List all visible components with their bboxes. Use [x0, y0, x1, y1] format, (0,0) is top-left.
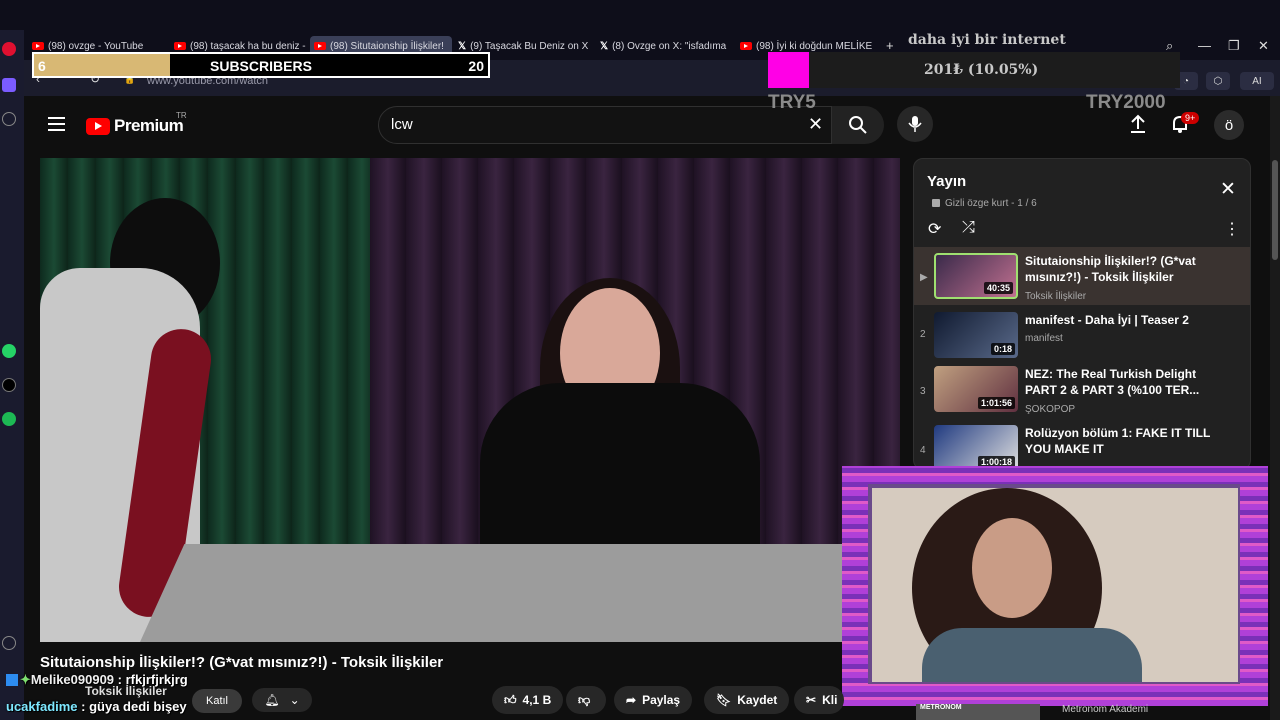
spotify-icon[interactable] [2, 412, 16, 426]
subscriber-goal: 20 [468, 58, 484, 74]
avatar[interactable]: ö [1214, 110, 1244, 140]
video-player[interactable] [40, 158, 900, 642]
clear-search-icon[interactable]: ✕ [808, 114, 823, 135]
bookmark-icon: 🔖︎ [716, 693, 732, 707]
shuffle-icon[interactable]: ⤮ [962, 219, 975, 237]
subscriber-goal-bar: 6 SUBSCRIBERS 20 [32, 52, 490, 78]
playlist-item-title: Situtaionship İlişkiler!? (G*vat mısınız… [1025, 254, 1196, 284]
donation-goal-value: 201₺ (10.05%) [924, 62, 1039, 78]
youtube-logo[interactable]: Premium [86, 116, 184, 136]
x-app-icon[interactable] [2, 378, 16, 392]
playlist-item-title: NEZ: The Real Turkish Delight PART 2 & P… [1025, 367, 1200, 397]
recommended-channel[interactable]: Metronom Akademi [1062, 704, 1148, 715]
search-button[interactable] [832, 106, 884, 144]
chat-username: ucakfadime [6, 699, 78, 714]
scrollbar-thumb[interactable] [1272, 160, 1278, 260]
logo-region: TR [176, 111, 187, 120]
like-button[interactable]: 👍︎ 4,1 B [492, 686, 564, 714]
close-window-button[interactable]: ✕ [1258, 38, 1269, 54]
youtube-icon [314, 42, 326, 50]
close-playlist-button[interactable]: ✕ [1220, 180, 1236, 199]
search-icon [849, 116, 867, 134]
bell-icon: 🔔︎ [264, 693, 280, 707]
more-options-icon[interactable]: ⋮ [1224, 219, 1240, 239]
maximize-button[interactable]: ❐ [1228, 38, 1240, 54]
webcam-person-face [972, 518, 1052, 618]
chat-badge-icon [6, 674, 18, 686]
donation-goal-fill [768, 52, 810, 88]
donation-goal-max: TRY2000 [1086, 92, 1166, 113]
screen: (98) ovzge - YouTube (98) taşacak ha bu … [0, 0, 1280, 720]
webcam-person-body [922, 628, 1142, 682]
video-frame-table [140, 544, 880, 642]
join-button[interactable]: Katıl [192, 689, 242, 713]
minimize-button[interactable]: — [1198, 38, 1211, 53]
notification-badge: 9+ [1181, 112, 1200, 124]
playlist-item-index: ▶ [920, 272, 928, 283]
scissors-icon: ✂ [806, 693, 817, 707]
playlist-item-thumbnail: 1:00:18 [934, 425, 1018, 471]
lock-icon [932, 199, 940, 207]
chat-message: ✦Melike090909 : rfkjrfjrkjrg [6, 672, 188, 688]
subscriber-current: 6 [38, 58, 46, 74]
thumbs-up-icon: 👍︎ [504, 692, 517, 707]
playlist-item-channel: Toksik İlişkiler [1025, 291, 1087, 302]
opera-icon[interactable] [2, 42, 16, 56]
x-icon: 𝕏 [600, 40, 609, 52]
loop-icon[interactable]: ⟳ [928, 219, 941, 239]
donation-goal-min: TRY5 [768, 92, 816, 113]
dislike-button[interactable]: 👎︎ [566, 686, 606, 714]
subscribe-bell-button[interactable]: 🔔︎ ⌄ [252, 688, 312, 712]
playlist-item-channel: manifest [1025, 333, 1063, 344]
search-input-value: lcw [391, 116, 413, 133]
subscriber-goal-fill [34, 54, 171, 76]
whatsapp-icon[interactable] [2, 344, 16, 358]
playlist-item-index: 3 [920, 386, 926, 397]
youtube-icon [740, 42, 752, 50]
chat-text: : güya dedi bişey [77, 699, 187, 714]
playlist-item-index: 2 [920, 329, 926, 340]
ai-button[interactable]: AI [1240, 72, 1274, 90]
playlist-item-thumbnail: 0:18 [934, 312, 1018, 358]
youtube-icon [174, 42, 186, 50]
playlist-item-title: Rolüzyon bölüm 1: FAKE IT TILL YOU MAKE … [1025, 426, 1211, 456]
x-icon: 𝕏 [458, 40, 467, 52]
webcam-feed [872, 488, 1238, 682]
new-tab-button[interactable]: + [886, 38, 894, 53]
upload-icon [1131, 114, 1145, 133]
recommended-thumbnail[interactable]: METRONOM [916, 704, 1040, 720]
voice-search-button[interactable] [897, 106, 933, 142]
share-button[interactable]: ➦ Paylaş [614, 686, 693, 714]
video-title: Situtaionship İlişkiler!? (G*vat mısınız… [40, 654, 444, 671]
playlist-item-channel: ŞOKOPOP [1025, 404, 1076, 415]
playlist-item-thumbnail: 1:01:56 [934, 366, 1018, 412]
search-input[interactable] [378, 106, 832, 144]
youtube-icon [32, 42, 44, 50]
clip-button[interactable]: ✂ Kli [794, 686, 844, 714]
star-icon[interactable] [2, 112, 16, 126]
chevron-down-icon: ⌄ [289, 693, 300, 707]
save-button[interactable]: 🔖︎ Kaydet [704, 686, 790, 714]
chat-username: Melike090909 [30, 672, 115, 687]
subscriber-label: SUBSCRIBERS [210, 58, 312, 74]
playlist-title: Yayın [927, 173, 967, 190]
heart-icon[interactable] [2, 636, 16, 650]
menu-icon[interactable] [48, 117, 65, 131]
playlist-item-index: 4 [920, 445, 926, 456]
chat-text: : rfkjrfjrkjrg [114, 672, 188, 687]
playlist-meta: Gizli özge kurt - 1 / 6 [945, 198, 1037, 209]
browser-sidebar [0, 30, 24, 720]
browser-tab[interactable]: 𝕏 (8) Ovzge on X: "isfadıma [596, 36, 734, 56]
microphone-icon [908, 116, 922, 132]
youtube-logo-icon [86, 117, 110, 135]
thumbs-down-icon: 👎︎ [578, 692, 591, 707]
playlist-item-title: manifest - Daha İyi | Teaser 2 [1025, 313, 1189, 327]
share-icon: ➦ [626, 693, 637, 707]
extensions-icon[interactable]: ⬡ [1206, 72, 1230, 90]
home-icon[interactable] [2, 78, 16, 92]
playlist-item-thumbnail: 40:35 [934, 253, 1018, 299]
chat-sparkle-icon: ✦ [20, 672, 31, 687]
chat-message: ucakfadime : güya dedi bişey [6, 699, 187, 714]
donation-goal-title: daha iyi bir internet [908, 32, 1066, 48]
